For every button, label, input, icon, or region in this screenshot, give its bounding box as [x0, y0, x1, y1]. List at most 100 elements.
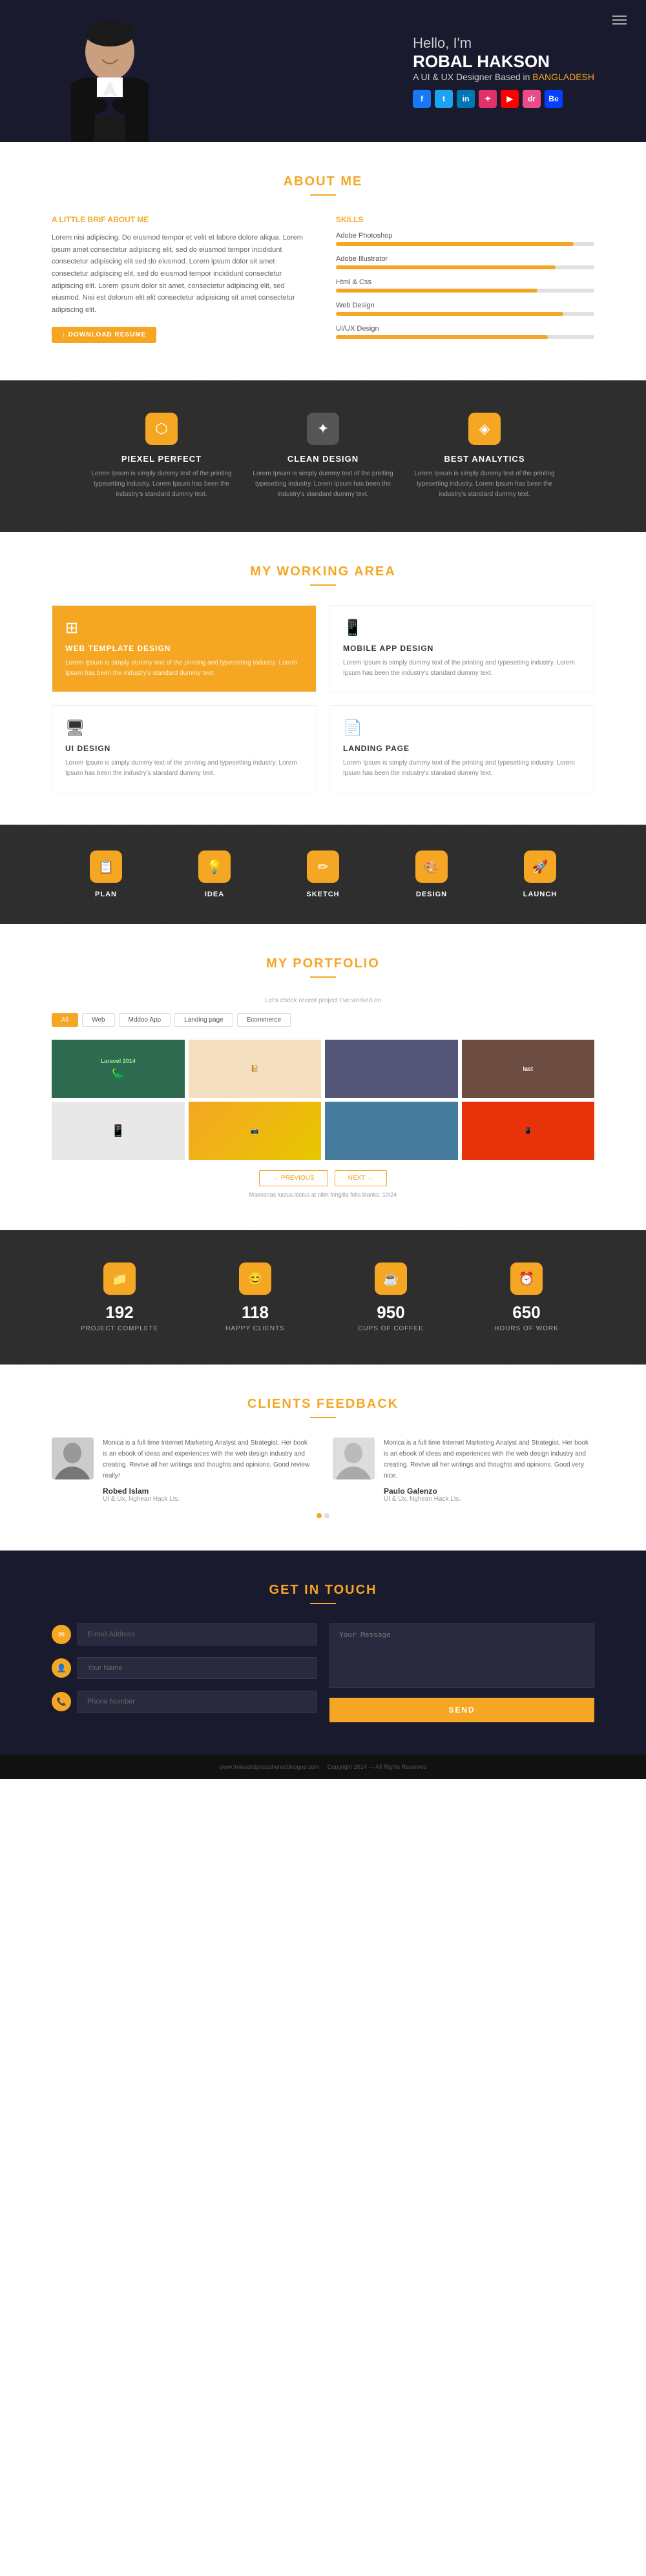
skills-title: SKILLS [336, 215, 594, 224]
about-section: ABOUT ME A LITTLE BRIF ABOUT ME Lorem ni… [0, 142, 646, 380]
process-design: 🎨 DESIGN [377, 850, 486, 898]
portfolio-item-5[interactable]: 📱 [52, 1102, 185, 1160]
clean-design-icon: ✦ [307, 413, 339, 445]
process-sketch: ✏ SKETCH [269, 850, 377, 898]
design-label: DESIGN [377, 891, 486, 898]
filter-ecommerce[interactable]: Ecommerce [237, 1013, 291, 1027]
testimonial-2-name: Paulo Galenzo [384, 1487, 594, 1496]
portfolio-section: MY PORTFOLIO Let's check recent project … [0, 924, 646, 1230]
feature-clean-title: CLEAN DESIGN [252, 454, 394, 464]
testimonial-dot-2[interactable] [324, 1513, 329, 1518]
coffee-label: CUPS OF COFFEE [323, 1325, 459, 1332]
portfolio-next-button[interactable]: NEXT → [335, 1170, 387, 1186]
contact-name-input[interactable] [78, 1657, 317, 1679]
process-launch: 🚀 LAUNCH [486, 850, 594, 898]
filter-landing-page[interactable]: Landing page [174, 1013, 233, 1027]
portfolio-title: MY PORTFOLIO [52, 956, 594, 971]
about-grid: A LITTLE BRIF ABOUT ME Lorem nisi adipis… [52, 215, 594, 348]
contact-grid: ✉ 👤 📞 SEND [52, 1623, 594, 1722]
features-section: ⬡ PIEXEL PERFECT Lorem Ipsum is simply d… [0, 380, 646, 532]
portfolio-item-2[interactable]: 📔 [189, 1040, 322, 1098]
contact-phone-input[interactable] [78, 1691, 317, 1713]
work-card-web-template[interactable]: ⊞ WEB TEMPLATE DESIGN Lorem Ipsum is sim… [52, 605, 317, 692]
contact-send-button[interactable]: SEND [329, 1698, 594, 1722]
feature-pixel-title: PIEXEL PERFECT [90, 454, 233, 464]
about-left: A LITTLE BRIF ABOUT ME Lorem nisi adipis… [52, 215, 310, 348]
process-section: 📋 PLAN 💡 IDEA ✏ SKETCH 🎨 DESIGN 🚀 LAUNCH [0, 825, 646, 924]
hero-location: BANGLADESH [532, 72, 594, 82]
download-resume-button[interactable]: ↓ DOWNLOAD RESUME [52, 327, 156, 343]
work-card-ui[interactable]: 🖥 UI DESIGN Lorem Ipsum is simply dummy … [52, 705, 317, 792]
process-idea: 💡 IDEA [160, 850, 269, 898]
web-template-title: WEB TEMPLATE DESIGN [65, 644, 303, 653]
portfolio-item-8[interactable]: 📱 [462, 1102, 595, 1160]
footer-right: Copyright 2014 — All Rights Reserved [328, 1764, 427, 1770]
filter-web[interactable]: Web [82, 1013, 114, 1027]
hero-name: ROBAL HAKSON [413, 52, 594, 72]
contact-email-input[interactable] [78, 1623, 317, 1645]
portfolio-grid: Laravel 2014 🦕 📔 last 📱 📸 [52, 1040, 594, 1160]
mobile-icon: 📱 [343, 619, 581, 637]
filter-mobile-app[interactable]: Mddoo App [119, 1013, 171, 1027]
launch-icon: 🚀 [524, 850, 556, 883]
footer-left: www.freewordpressthemeblvogue.com [220, 1764, 320, 1770]
about-description: Lorem nisi adipiscing. Do eiusmod tempor… [52, 232, 310, 316]
youtube-link[interactable]: ▶ [501, 90, 519, 108]
working-underline [310, 584, 336, 586]
plan-icon: 📋 [90, 850, 122, 883]
feature-pixel-text: Lorem Ipsum is simply dummy text of the … [90, 469, 233, 500]
skill-item: Adobe Photoshop [336, 232, 594, 246]
plan-label: PLAN [52, 891, 160, 898]
testimonial-dot-1[interactable] [317, 1513, 322, 1518]
portfolio-previous-button[interactable]: ← PREVIOUS [259, 1170, 328, 1186]
hero-text-block: Hello, I'm ROBAL HAKSON A UI & UX Design… [232, 35, 594, 108]
mobile-title: MOBILE APP DESIGN [343, 644, 581, 653]
hamburger-menu[interactable] [612, 13, 627, 27]
landing-icon: 📄 [343, 719, 581, 737]
testimonial-2-avatar [333, 1437, 375, 1479]
web-template-icon: ⊞ [65, 619, 303, 637]
landing-text: Lorem Ipsum is simply dummy text of the … [343, 758, 581, 779]
testimonial-1-avatar [52, 1437, 94, 1479]
contact-email-row: ✉ [52, 1623, 317, 1645]
behance-link[interactable]: Be [545, 90, 563, 108]
instagram-link[interactable]: ✦ [479, 90, 497, 108]
testimonial-dots [52, 1513, 594, 1518]
portfolio-item-3[interactable] [325, 1040, 458, 1098]
filter-all[interactable]: All [52, 1013, 78, 1027]
ui-title: UI DESIGN [65, 744, 303, 753]
testimonial-1-content: Monica is a full time Internet Marketing… [103, 1437, 313, 1503]
stat-clients: 😊 118 HAPPY CLIENTS [187, 1262, 323, 1332]
process-plan: 📋 PLAN [52, 850, 160, 898]
dribbble-link[interactable]: dr [523, 90, 541, 108]
twitter-link[interactable]: t [435, 90, 453, 108]
stat-hours: ⏰ 650 HOURS OF WORK [459, 1262, 594, 1332]
projects-label: PROJECT COMPLETE [52, 1325, 187, 1332]
testimonial-2-text: Monica is a full time Internet Marketing… [384, 1437, 594, 1481]
contact-left: ✉ 👤 📞 [52, 1623, 317, 1722]
clients-section: CLIENTS FEEDBACK Monica is a full time I… [0, 1365, 646, 1551]
facebook-link[interactable]: f [413, 90, 431, 108]
feature-analytics-text: Lorem Ipsum is simply dummy text of the … [413, 469, 556, 500]
working-section-title: MY WORKING AREA [52, 564, 594, 579]
hero-greeting: Hello, I'm [413, 35, 594, 52]
portfolio-item-4[interactable]: last [462, 1040, 595, 1098]
linkedin-link[interactable]: in [457, 90, 475, 108]
coffee-icon: ☕ [375, 1262, 407, 1295]
portfolio-item-1[interactable]: Laravel 2014 🦕 [52, 1040, 185, 1098]
work-card-landing[interactable]: 📄 LANDING PAGE Lorem Ipsum is simply dum… [329, 705, 594, 792]
testimonial-2: Monica is a full time Internet Marketing… [333, 1437, 594, 1503]
work-card-mobile[interactable]: 📱 MOBILE APP DESIGN Lorem Ipsum is simpl… [329, 605, 594, 692]
launch-label: LAUNCH [486, 891, 594, 898]
portfolio-item-7[interactable] [325, 1102, 458, 1160]
about-left-title: A LITTLE BRIF ABOUT ME [52, 215, 310, 224]
contact-section: GET IN TOUCH ✉ 👤 📞 SEND [0, 1551, 646, 1755]
portfolio-item-6[interactable]: 📸 [189, 1102, 322, 1160]
footer: www.freewordpressthemeblvogue.com Copyri… [0, 1755, 646, 1779]
contact-underline [310, 1603, 336, 1604]
clients-underline [310, 1417, 336, 1418]
contact-message-input[interactable] [329, 1623, 594, 1688]
testimonial-grid: Monica is a full time Internet Marketing… [52, 1437, 594, 1503]
testimonial-2-role: UI & Ux, Nghean Hack Lts. [384, 1496, 594, 1503]
testimonial-1-name: Robed Islam [103, 1487, 313, 1496]
